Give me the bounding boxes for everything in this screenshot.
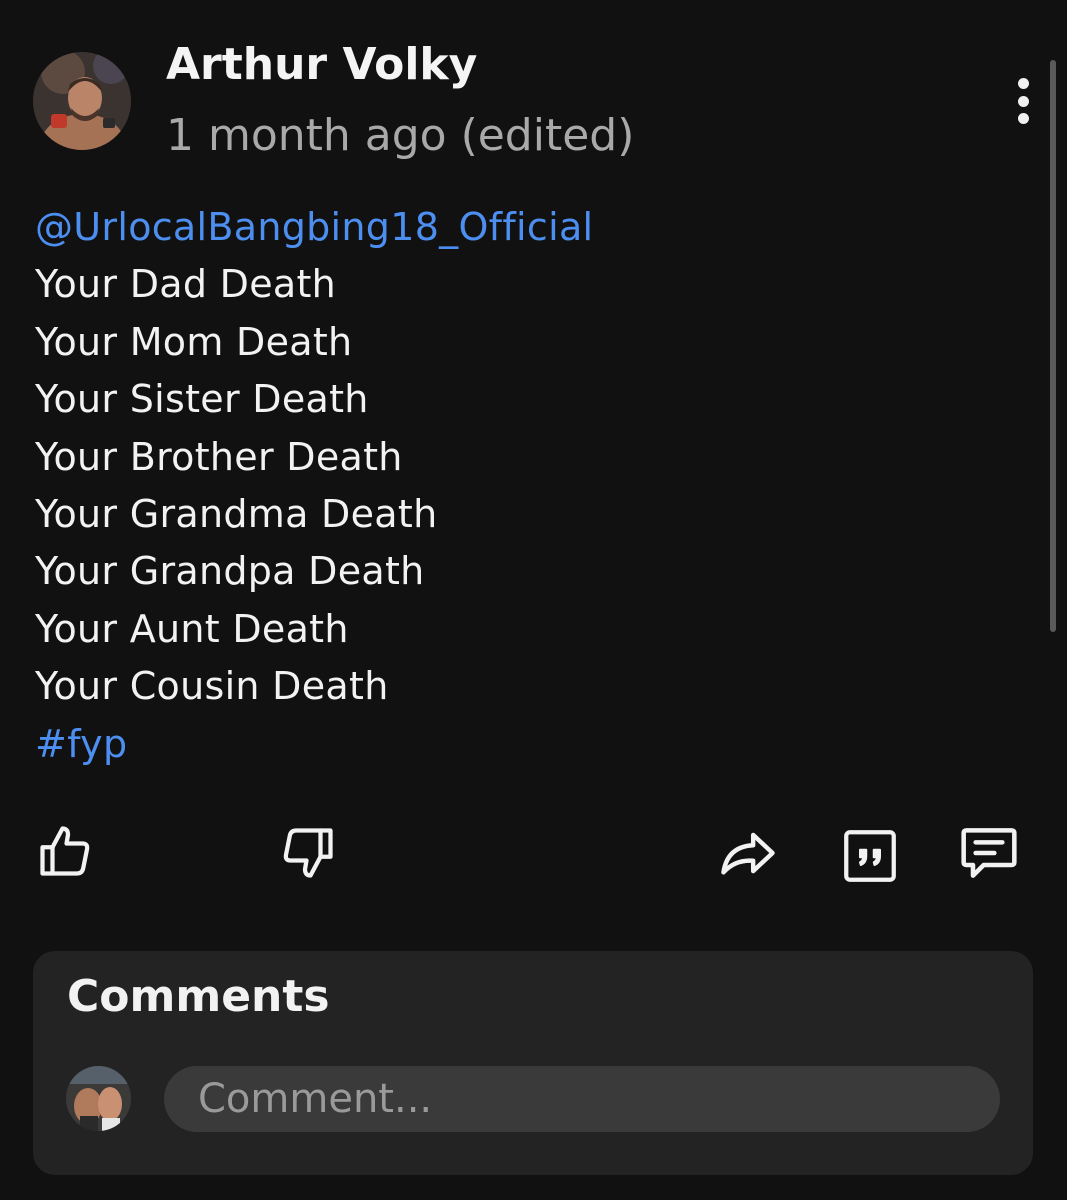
share-button[interactable] bbox=[716, 821, 780, 885]
dislike-button[interactable] bbox=[276, 821, 340, 885]
mention-link[interactable]: @UrlocalBangbing18_Official bbox=[35, 199, 593, 256]
quote-icon bbox=[844, 830, 896, 882]
post-line: Your Grandma Death bbox=[35, 491, 438, 536]
post-line: Your Mom Death bbox=[35, 319, 353, 364]
post-line: Your Sister Death bbox=[35, 377, 369, 422]
hashtag-link[interactable]: #fyp bbox=[35, 716, 593, 773]
share-icon bbox=[721, 832, 775, 875]
scrollbar[interactable] bbox=[1050, 60, 1056, 632]
reply-button[interactable] bbox=[957, 821, 1021, 885]
more-options-icon[interactable] bbox=[1005, 76, 1041, 126]
comments-title: Comments bbox=[67, 971, 330, 1022]
post-timestamp: 1 month ago (edited) bbox=[166, 110, 635, 161]
post-line: Your Aunt Death bbox=[35, 606, 349, 651]
like-button[interactable] bbox=[33, 819, 97, 883]
reply-icon bbox=[961, 828, 1017, 878]
comment-input[interactable] bbox=[164, 1066, 1000, 1132]
comments-section: Comments bbox=[33, 951, 1033, 1175]
post-line: Your Dad Death bbox=[35, 262, 337, 307]
author-avatar[interactable] bbox=[33, 52, 131, 150]
current-user-avatar bbox=[66, 1066, 131, 1131]
author-name[interactable]: Arthur Volky bbox=[166, 36, 477, 94]
post-line: Your Cousin Death bbox=[35, 664, 389, 709]
like-icon bbox=[40, 826, 90, 876]
post-page: Arthur Volky 1 month ago (edited) @Urloc… bbox=[0, 0, 1067, 1200]
dislike-icon bbox=[283, 828, 333, 878]
post-body: @UrlocalBangbing18_Official Your Dad Dea… bbox=[35, 199, 593, 773]
post-line: Your Brother Death bbox=[35, 434, 403, 479]
post-line: Your Grandpa Death bbox=[35, 549, 425, 594]
quote-button[interactable] bbox=[838, 824, 902, 888]
